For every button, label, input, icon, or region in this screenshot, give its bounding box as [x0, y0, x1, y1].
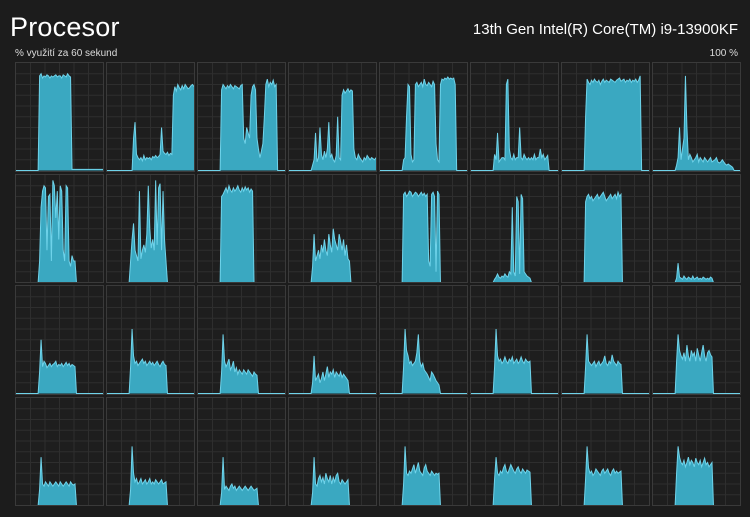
core-23-svg: [653, 286, 740, 394]
core-2-svg: [198, 63, 285, 171]
core-19-graph: [288, 285, 377, 395]
core-10-graph: [197, 173, 286, 283]
core-14-usage-area: [562, 191, 649, 282]
core-16-graph: [15, 285, 104, 395]
core-0-svg: [16, 63, 103, 171]
core-9-svg: [107, 174, 194, 282]
core-1-svg: [107, 63, 194, 171]
core-31-svg: [653, 397, 740, 505]
core-24-svg: [16, 397, 103, 505]
core-19-svg: [289, 286, 376, 394]
core-30-graph: [561, 396, 650, 506]
core-6-svg: [562, 63, 649, 171]
core-15-svg: [653, 174, 740, 282]
core-23-graph: [652, 285, 741, 395]
core-25-svg: [107, 397, 194, 505]
core-14-graph: [561, 173, 650, 283]
core-3-svg: [289, 63, 376, 171]
core-7-graph: [652, 62, 741, 172]
core-2-usage-area: [198, 79, 285, 171]
core-13-svg: [471, 174, 558, 282]
core-5-svg: [471, 63, 558, 171]
core-26-graph: [197, 396, 286, 506]
core-9-graph: [106, 173, 195, 283]
core-0-usage-area: [16, 73, 103, 171]
core-31-graph: [652, 396, 741, 506]
core-10-svg: [198, 174, 285, 282]
usage-axis-label: % využití za 60 sekund: [15, 48, 118, 59]
core-18-svg: [198, 286, 285, 394]
core-6-graph: [561, 62, 650, 172]
core-29-graph: [470, 396, 559, 506]
core-21-graph: [470, 285, 559, 395]
core-2-graph: [197, 62, 286, 172]
core-16-svg: [16, 286, 103, 394]
core-7-svg: [653, 63, 740, 171]
core-graphs-grid: [15, 62, 741, 506]
core-29-svg: [471, 397, 558, 505]
core-10-usage-area: [198, 185, 285, 282]
core-8-graph: [15, 173, 104, 283]
core-22-svg: [562, 286, 649, 394]
core-1-graph: [106, 62, 195, 172]
core-4-graph: [379, 62, 468, 172]
core-22-graph: [561, 285, 650, 395]
cpu-model-label: 13th Gen Intel(R) Core(TM) i9-13900KF: [472, 21, 738, 38]
core-12-graph: [379, 173, 468, 283]
core-8-svg: [16, 174, 103, 282]
core-17-graph: [106, 285, 195, 395]
core-21-svg: [471, 286, 558, 394]
core-14-svg: [562, 174, 649, 282]
core-4-svg: [380, 63, 467, 171]
core-25-graph: [106, 396, 195, 506]
core-26-svg: [198, 397, 285, 505]
core-13-graph: [470, 173, 559, 283]
page-title: Procesor: [10, 12, 120, 42]
core-20-graph: [379, 285, 468, 395]
core-27-graph: [288, 396, 377, 506]
core-28-graph: [379, 396, 468, 506]
core-12-svg: [380, 174, 467, 282]
core-27-svg: [289, 397, 376, 505]
core-5-graph: [470, 62, 559, 172]
core-15-graph: [652, 173, 741, 283]
core-24-graph: [15, 396, 104, 506]
core-6-usage-area: [562, 75, 649, 171]
core-20-svg: [380, 286, 467, 394]
core-28-svg: [380, 397, 467, 505]
core-11-graph: [288, 173, 377, 283]
core-12-usage-area: [380, 190, 467, 282]
core-3-graph: [288, 62, 377, 172]
core-4-usage-area: [380, 76, 467, 171]
core-17-svg: [107, 286, 194, 394]
core-0-graph: [15, 62, 104, 172]
core-18-graph: [197, 285, 286, 395]
core-11-svg: [289, 174, 376, 282]
max-percent-label: 100 %: [709, 48, 738, 59]
core-30-svg: [562, 397, 649, 505]
